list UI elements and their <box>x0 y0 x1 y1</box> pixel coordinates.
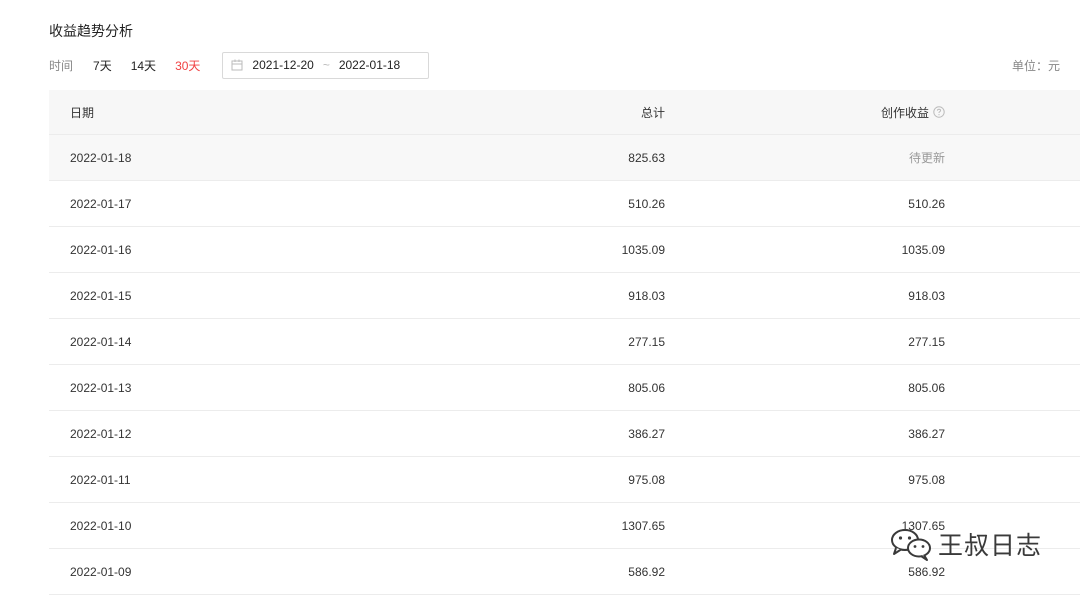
cell-date: 2022-01-18 <box>70 150 132 165</box>
cell-total: 1035.09 <box>621 242 665 257</box>
cell-total: 510.26 <box>628 196 665 211</box>
unit-label: 单位：元 <box>1011 58 1060 73</box>
start-date: 2021-12-20 <box>252 58 314 72</box>
help-icon[interactable] <box>933 106 945 118</box>
cell-date: 2022-01-17 <box>70 196 132 211</box>
cell-date: 2022-01-14 <box>70 334 132 349</box>
date-range-picker[interactable]: 2021-12-20 ~ 2022-01-18 <box>222 51 430 79</box>
cell-earnings: 待更新 <box>908 151 945 165</box>
time-label: 时间 <box>49 58 74 73</box>
page-title: 收益趋势分析 <box>49 23 133 39</box>
cell-earnings: 510.26 <box>908 196 945 211</box>
table-row: 2022-01-11 975.08 975.08 <box>49 457 1080 503</box>
cell-total: 586.92 <box>628 564 665 579</box>
cell-earnings: 386.27 <box>908 426 945 441</box>
cell-date: 2022-01-13 <box>70 380 132 395</box>
cell-earnings: 918.03 <box>908 288 945 303</box>
table-row: 2022-01-12 386.27 386.27 <box>49 411 1080 457</box>
cell-total: 1307.65 <box>621 518 665 533</box>
cell-earnings: 277.15 <box>908 334 945 349</box>
cell-date: 2022-01-10 <box>70 518 132 533</box>
watermark-text: 王叔日志 <box>938 532 1043 560</box>
watermark: 王叔日志 <box>888 526 1042 562</box>
table-row: 2022-01-14 277.15 277.15 <box>49 319 1080 365</box>
earnings-table: 日期 总计 创作收益 2022-01-18 825.63 待更新 2022-01-17… <box>49 90 1080 595</box>
filter-bar: 时间 7天 14天 30天 2021-12-20 ~ 2022-01-18 单位… <box>49 51 1060 79</box>
cell-total: 277.15 <box>628 334 665 349</box>
cell-date: 2022-01-15 <box>70 288 132 303</box>
date-separator: ~ <box>322 58 330 72</box>
table-row: 2022-01-16 1035.09 1035.09 <box>49 227 1080 273</box>
end-date: 2022-01-18 <box>338 58 401 72</box>
cell-date: 2022-01-09 <box>70 564 132 579</box>
cell-total: 825.63 <box>628 150 665 165</box>
cell-total: 805.06 <box>628 380 665 395</box>
table-header: 日期 总计 创作收益 <box>49 90 1080 135</box>
range-7-days[interactable]: 7天 <box>93 57 112 74</box>
column-header-earnings-label: 创作收益 <box>880 105 929 120</box>
cell-earnings: 805.06 <box>908 380 945 395</box>
cell-earnings: 975.08 <box>908 472 945 487</box>
table-row: 2022-01-13 805.06 805.06 <box>49 365 1080 411</box>
range-30-days[interactable]: 30天 <box>175 57 200 74</box>
cell-total: 975.08 <box>628 472 665 487</box>
cell-date: 2022-01-12 <box>70 426 132 441</box>
table-row: 2022-01-18 825.63 待更新 <box>49 135 1080 181</box>
range-14-days[interactable]: 14天 <box>131 57 156 74</box>
column-header-earnings: 创作收益 <box>665 104 945 121</box>
table-row: 2022-01-15 918.03 918.03 <box>49 273 1080 319</box>
cell-total: 918.03 <box>628 288 665 303</box>
cell-earnings: 1035.09 <box>901 242 945 257</box>
cell-total: 386.27 <box>628 426 665 441</box>
table-row: 2022-01-17 510.26 510.26 <box>49 181 1080 227</box>
cell-date: 2022-01-16 <box>70 242 132 257</box>
cell-date: 2022-01-11 <box>70 472 131 487</box>
calendar-icon <box>230 58 244 72</box>
wechat-icon <box>888 526 934 562</box>
column-header-total: 总计 <box>640 105 665 120</box>
cell-earnings: 586.92 <box>908 564 945 579</box>
column-header-date: 日期 <box>70 105 95 120</box>
